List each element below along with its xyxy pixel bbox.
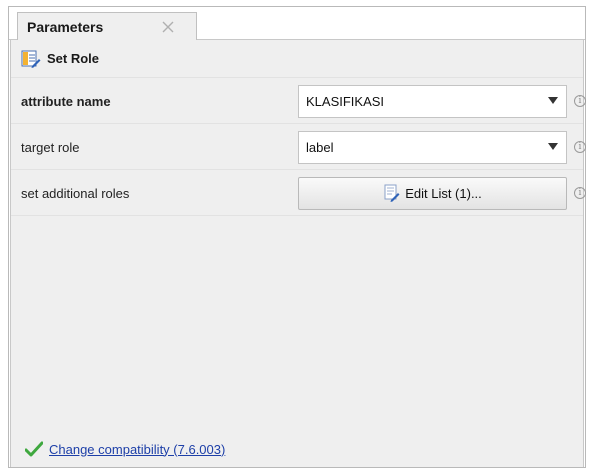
change-compatibility-link[interactable]: Change compatibility (7.6.003) <box>49 442 225 457</box>
param-row-attribute-name: attribute name KLASIFIKASI i <box>11 79 586 124</box>
edit-list-label: Edit List (1)... <box>405 185 482 201</box>
info-icon[interactable]: i <box>574 95 586 107</box>
select-value: label <box>306 139 334 155</box>
dropdown-arrow-icon <box>548 142 558 150</box>
param-row-target-role: target role label i <box>11 125 586 170</box>
check-icon <box>24 441 44 457</box>
operator-header: Set Role <box>11 40 583 78</box>
attribute-name-select[interactable]: KLASIFIKASI <box>298 84 567 118</box>
set-role-icon <box>21 49 41 69</box>
compatibility-row: Change compatibility (7.6.003) <box>24 441 225 457</box>
info-icon[interactable]: i <box>574 141 586 153</box>
select-value: KLASIFIKASI <box>306 93 385 109</box>
parameters-panel: Set Role attribute name KLASIFIKASI i ta… <box>10 40 586 467</box>
info-icon[interactable]: i <box>574 187 586 199</box>
operator-title: Set Role <box>47 51 100 66</box>
tab-parameters[interactable]: Parameters <box>17 12 197 41</box>
parameters-window: Parameters Set Role attribute name KLASI… <box>8 6 586 468</box>
param-label-attribute-name: attribute name <box>21 93 111 109</box>
param-label-target-role: target role <box>21 139 80 155</box>
param-label-set-additional-roles: set additional roles <box>21 185 130 201</box>
tab-strip: Parameters <box>9 7 585 41</box>
target-role-select[interactable]: label <box>298 130 567 164</box>
edit-list-button[interactable]: Edit List (1)... <box>298 176 567 210</box>
tab-label: Parameters <box>27 19 104 35</box>
close-icon[interactable] <box>158 17 178 37</box>
param-row-set-additional-roles: set additional roles Edit List (1)... i <box>11 171 586 216</box>
dropdown-arrow-icon <box>548 96 558 104</box>
edit-list-icon <box>383 184 401 202</box>
